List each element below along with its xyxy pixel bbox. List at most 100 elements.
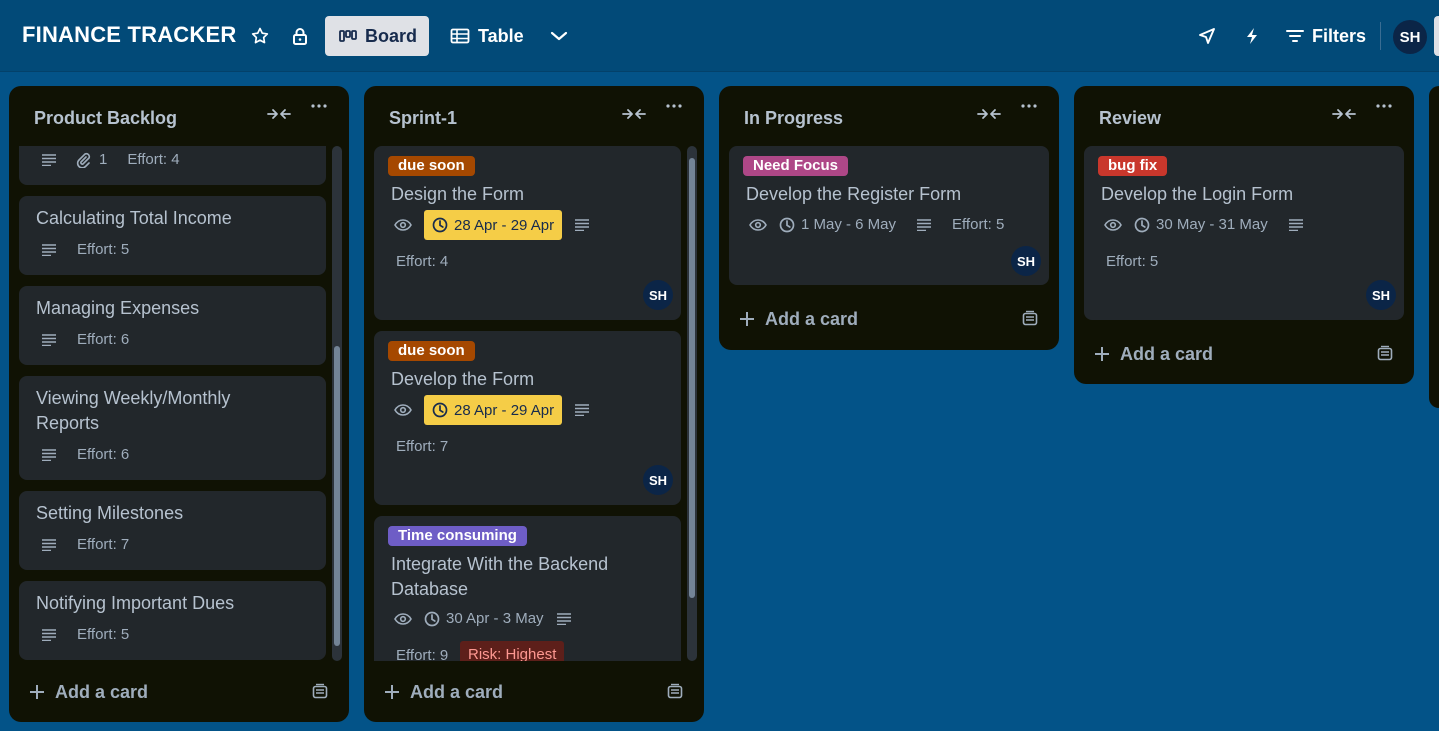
collapse-icon[interactable] bbox=[622, 107, 646, 121]
avatar-initials: SH bbox=[1399, 28, 1421, 46]
list-product-backlog: Product Backlog 1 Effort: 4 Calculating … bbox=[9, 86, 349, 722]
watch-icon bbox=[394, 612, 412, 625]
star-icon[interactable] bbox=[248, 24, 272, 48]
clock-icon bbox=[424, 611, 440, 627]
effort: Effort: 5 bbox=[77, 626, 130, 643]
due-date: 1 May - 6 May bbox=[801, 216, 897, 233]
card-badges: 28 Apr - 29 Apr bbox=[394, 395, 590, 425]
card[interactable]: Managing Expenses Effort: 6 bbox=[19, 286, 326, 365]
scrollbar-thumb[interactable] bbox=[689, 158, 695, 598]
card-title: Design the Form bbox=[391, 184, 525, 204]
card[interactable]: Viewing Weekly/Monthly Reports Effort: 6 bbox=[19, 376, 326, 480]
card-badges: Effort: 6 bbox=[41, 446, 129, 463]
add-card-button[interactable]: Add a card bbox=[19, 674, 309, 710]
card-badges: Effort: 5 bbox=[41, 626, 129, 643]
list-header: Product Backlog bbox=[9, 86, 349, 148]
collapse-icon[interactable] bbox=[267, 107, 291, 121]
card-badges: 30 May - 31 May bbox=[1104, 216, 1304, 233]
scrollbar[interactable] bbox=[687, 146, 697, 661]
list-title[interactable]: Sprint-1 bbox=[389, 108, 457, 129]
card-template-icon[interactable] bbox=[311, 683, 329, 701]
more-icon[interactable] bbox=[311, 104, 327, 108]
card-title-line: Viewing Weekly/Monthly bbox=[36, 388, 231, 408]
card-template-icon[interactable] bbox=[666, 683, 684, 701]
card-badges: 28 Apr - 29 Apr bbox=[394, 210, 590, 240]
lightning-icon[interactable] bbox=[1240, 24, 1264, 48]
due-date: 30 May - 31 May bbox=[1156, 216, 1268, 233]
more-icon[interactable] bbox=[1021, 104, 1037, 108]
add-card-label: Add a card bbox=[765, 308, 859, 329]
card-label: due soon bbox=[388, 156, 475, 176]
due-date-badge[interactable]: 30 May - 31 May bbox=[1134, 216, 1268, 233]
add-card-button[interactable]: Add a card bbox=[729, 301, 1019, 337]
member-avatar[interactable]: SH bbox=[1366, 280, 1396, 310]
card-title: Calculating Total Income bbox=[36, 208, 232, 228]
collapse-icon[interactable] bbox=[977, 107, 1001, 121]
due-date-badge[interactable]: 1 May - 6 May bbox=[779, 216, 896, 233]
due-date-badge[interactable]: 30 Apr - 3 May bbox=[424, 610, 544, 627]
add-card-button[interactable]: Add a card bbox=[374, 674, 664, 710]
card-title: Viewing Weekly/Monthly Reports bbox=[36, 386, 230, 436]
board-header: FINANCE TRACKER Board Table Filters SH bbox=[0, 0, 1439, 72]
more-icon[interactable] bbox=[1376, 104, 1392, 108]
card-title: Integrate With the Backend Database bbox=[391, 552, 608, 602]
list-partial bbox=[1429, 86, 1439, 408]
card[interactable]: Calculating Total Income Effort: 5 bbox=[19, 196, 326, 275]
member-avatar[interactable]: SH bbox=[1011, 246, 1041, 276]
effort: Effort: 5 bbox=[1106, 253, 1159, 270]
board-title[interactable]: FINANCE TRACKER bbox=[22, 22, 236, 48]
attachment-count: 1 bbox=[99, 151, 108, 168]
description-icon bbox=[41, 538, 57, 551]
board-view-button[interactable]: Board bbox=[325, 16, 429, 56]
scrollbar-thumb[interactable] bbox=[334, 346, 340, 646]
effort: Effort: 7 bbox=[396, 438, 449, 455]
due-date-badge[interactable]: 28 Apr - 29 Apr bbox=[424, 395, 563, 425]
plus-icon bbox=[29, 684, 45, 700]
share-button-edge[interactable] bbox=[1434, 16, 1439, 56]
table-view-label: Table bbox=[478, 25, 524, 46]
card-template-icon[interactable] bbox=[1376, 345, 1394, 363]
card[interactable]: bug fix Develop the Login Form 30 May - … bbox=[1084, 146, 1404, 320]
list-title[interactable]: Review bbox=[1099, 108, 1161, 129]
chevron-down-icon[interactable] bbox=[547, 24, 571, 48]
list-title[interactable]: Product Backlog bbox=[34, 108, 177, 129]
effort: Effort: 6 bbox=[77, 446, 130, 463]
avatar[interactable]: SH bbox=[1393, 20, 1427, 54]
card[interactable]: due soon Develop the Form 28 Apr - 29 Ap… bbox=[374, 331, 681, 505]
clock-icon bbox=[432, 402, 448, 418]
more-icon[interactable] bbox=[666, 104, 682, 108]
card[interactable]: due soon Design the Form 28 Apr - 29 Apr… bbox=[374, 146, 681, 320]
card[interactable]: 1 Effort: 4 bbox=[19, 146, 326, 185]
filters-button[interactable]: Filters bbox=[1286, 20, 1366, 52]
filters-label: Filters bbox=[1312, 25, 1367, 46]
card[interactable]: Notifying Important Dues Effort: 5 bbox=[19, 581, 326, 660]
card[interactable]: Time consuming Integrate With the Backen… bbox=[374, 516, 681, 661]
risk-badge: Risk: Highest bbox=[460, 641, 565, 661]
watch-icon bbox=[749, 218, 767, 231]
card-template-icon[interactable] bbox=[1021, 310, 1039, 328]
card[interactable]: Setting Milestones Effort: 7 bbox=[19, 491, 326, 570]
card-title: Notifying Important Dues bbox=[36, 593, 235, 613]
lock-icon[interactable] bbox=[288, 24, 312, 48]
scrollbar[interactable] bbox=[332, 146, 342, 661]
member-avatar[interactable]: SH bbox=[643, 465, 673, 495]
card-list: 1 Effort: 4 Calculating Total Income Eff… bbox=[9, 146, 349, 661]
card-label: Time consuming bbox=[388, 526, 527, 546]
rocket-icon[interactable] bbox=[1195, 24, 1219, 48]
due-date: 28 Apr - 29 Apr bbox=[454, 401, 555, 419]
description-icon bbox=[41, 333, 57, 346]
filter-icon bbox=[1286, 29, 1304, 43]
effort: Effort: 4 bbox=[127, 151, 180, 168]
card-title: Setting Milestones bbox=[36, 503, 184, 523]
collapse-icon[interactable] bbox=[1332, 107, 1356, 121]
list-title[interactable]: In Progress bbox=[744, 108, 843, 129]
member-avatar[interactable]: SH bbox=[643, 280, 673, 310]
due-date-badge[interactable]: 28 Apr - 29 Apr bbox=[424, 210, 563, 240]
add-card-button[interactable]: Add a card bbox=[1084, 336, 1374, 372]
watch-icon bbox=[394, 219, 412, 231]
watch-icon bbox=[394, 404, 412, 416]
card-badges: Effort: 5 bbox=[41, 241, 129, 258]
card[interactable]: Need Focus Develop the Register Form 1 M… bbox=[729, 146, 1049, 285]
table-view-button[interactable]: Table bbox=[436, 16, 538, 56]
description-icon bbox=[916, 218, 932, 231]
